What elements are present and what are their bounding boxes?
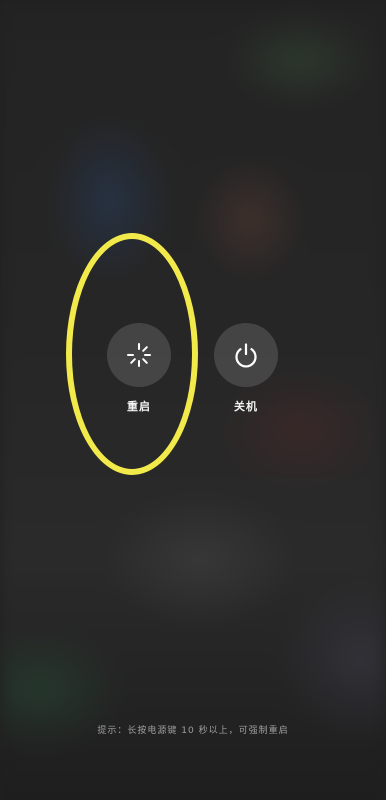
shutdown-label: 关机 — [234, 400, 258, 413]
restart-button[interactable] — [107, 323, 171, 387]
blurred-background — [0, 0, 386, 800]
power-menu-screen: 重启 关机 提示：长按电源键 10 秒以上，可强制重启 — [0, 0, 386, 800]
power-icon — [231, 340, 261, 370]
restart-label: 重启 — [127, 400, 151, 413]
restart-spinner-icon — [124, 340, 154, 370]
force-restart-hint: 提示：长按电源键 10 秒以上，可强制重启 — [97, 726, 289, 736]
shutdown-button[interactable] — [214, 323, 278, 387]
